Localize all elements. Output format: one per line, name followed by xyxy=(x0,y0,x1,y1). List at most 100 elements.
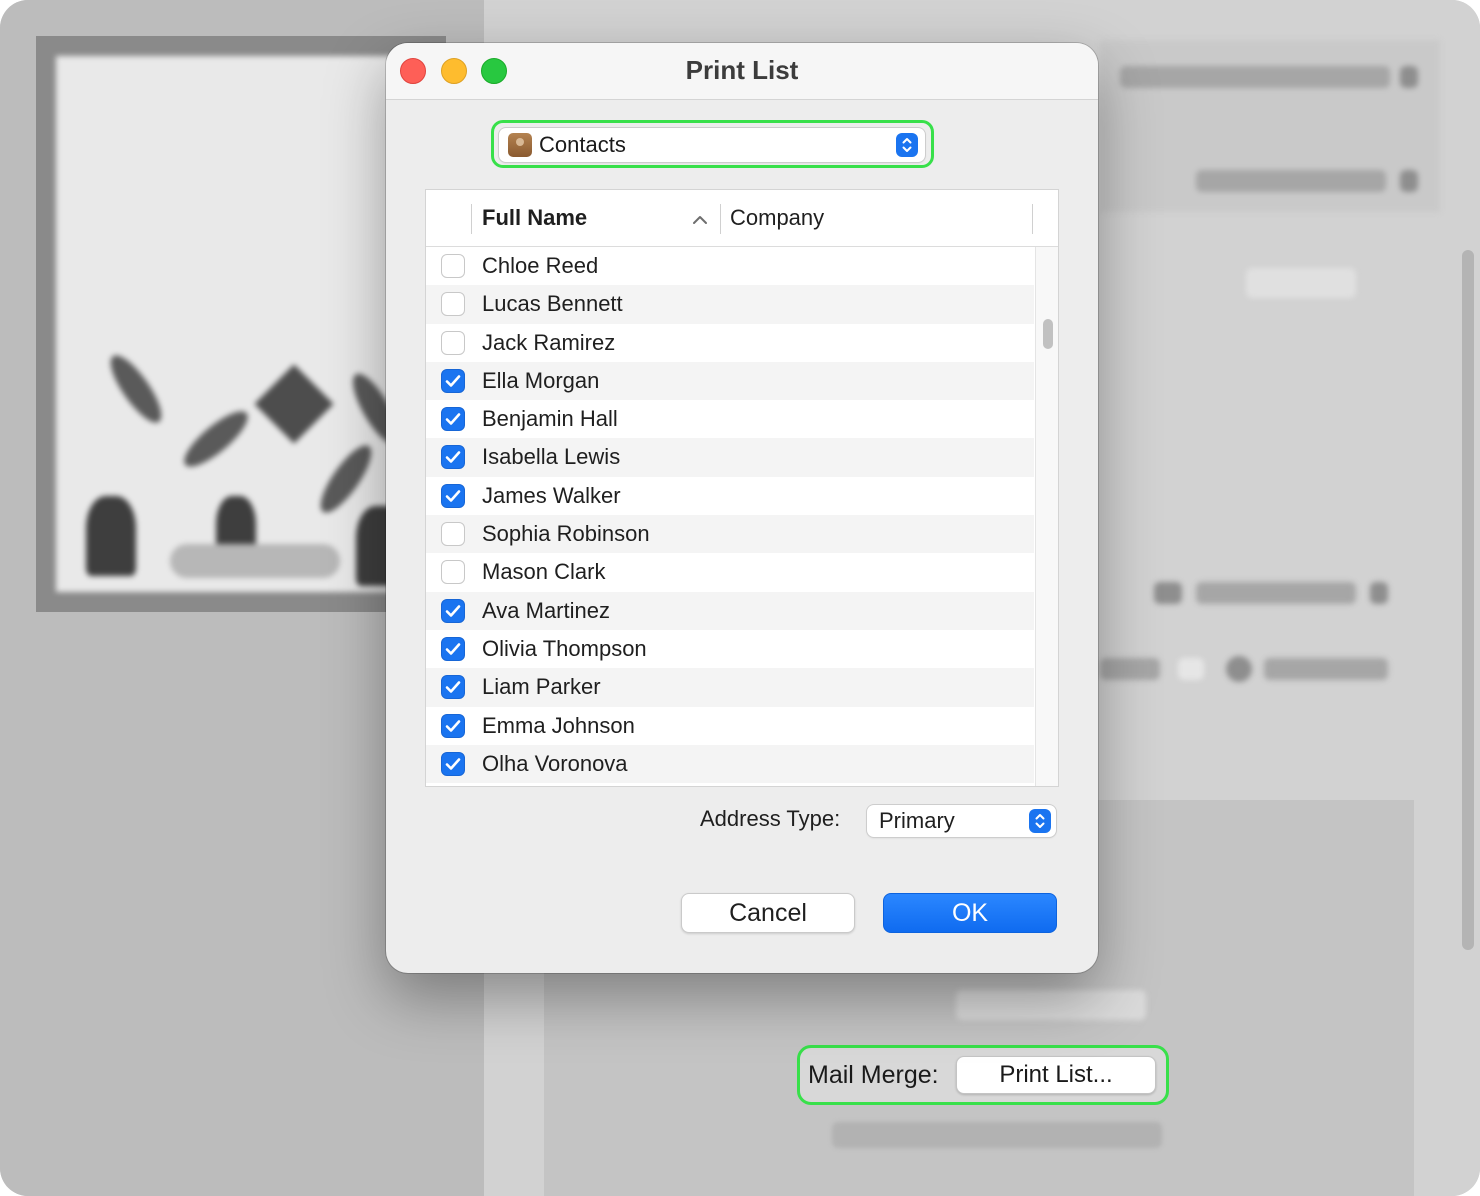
checkbox-checked[interactable] xyxy=(441,407,465,432)
background-bar xyxy=(1196,170,1386,192)
background-bar xyxy=(1264,658,1388,680)
mail-merge-row: Mail Merge: Print List... xyxy=(797,1045,1169,1105)
minimize-window-button[interactable] xyxy=(441,58,467,84)
background-poster xyxy=(56,56,426,592)
checkbox-checked[interactable] xyxy=(441,636,465,661)
background-bar xyxy=(1400,66,1418,88)
table-row[interactable]: Sophia Robinson xyxy=(426,515,1034,554)
cancel-button[interactable]: Cancel xyxy=(681,893,855,933)
checkbox-unchecked[interactable] xyxy=(441,522,465,547)
table-row[interactable]: Emma Johnson xyxy=(426,707,1034,745)
column-separator xyxy=(471,204,472,234)
table-row[interactable]: Ella Morgan xyxy=(426,361,1034,401)
checkbox-checked[interactable] xyxy=(441,751,465,776)
checkmark-icon xyxy=(445,489,461,502)
print-list-button[interactable]: Print List... xyxy=(956,1056,1156,1094)
table-row[interactable]: Mason Clark xyxy=(426,553,1034,591)
table-row[interactable]: Olha Voronova xyxy=(426,744,1034,784)
table-row[interactable]: Ava Martinez xyxy=(426,591,1034,630)
poster-diamond-shape xyxy=(254,364,334,444)
contact-full-name: Jack Ramirez xyxy=(482,329,616,355)
close-window-button[interactable] xyxy=(400,58,426,84)
poster-leaf-shape xyxy=(177,403,255,475)
contact-full-name: Olha Voronova xyxy=(482,750,628,776)
checkbox-checked[interactable] xyxy=(441,713,465,738)
checkbox-checked[interactable] xyxy=(441,445,465,470)
contacts-selected-note xyxy=(832,1122,1162,1148)
contact-full-name: Liam Parker xyxy=(482,674,601,700)
popup-stepper-icon xyxy=(1029,809,1051,833)
contact-full-name: Olivia Thompson xyxy=(482,635,647,661)
background-scrollbar xyxy=(1462,250,1474,950)
poster-page-pill xyxy=(170,544,340,578)
table-row[interactable]: Chloe Reed xyxy=(426,247,1034,285)
background-bar xyxy=(1246,268,1356,298)
sort-ascending-icon xyxy=(692,212,708,230)
background-bar xyxy=(1400,170,1418,192)
checkbox-unchecked[interactable] xyxy=(441,330,465,355)
table-row[interactable]: Olivia Thompson xyxy=(426,630,1034,668)
background-printer-settings xyxy=(1100,40,1440,212)
table-rows: Chloe Reed Lucas Bennett Jack Ramirez Ella … xyxy=(426,247,1034,784)
contact-full-name: Lucas Bennett xyxy=(482,291,623,317)
checkmark-icon xyxy=(445,413,461,425)
checkbox-checked[interactable] xyxy=(441,368,465,393)
checkmark-icon xyxy=(445,604,461,617)
table-row[interactable]: Lucas Bennett xyxy=(426,285,1034,324)
background-bar xyxy=(1370,582,1388,604)
table-scrollbar-thumb[interactable] xyxy=(1043,319,1053,349)
background-bar xyxy=(956,990,1146,1020)
table-row[interactable]: Benjamin Hall xyxy=(426,400,1034,438)
column-separator xyxy=(1032,204,1033,234)
contacts-table: Full Name Company Chloe Reed Lucas Bennet… xyxy=(426,190,1058,786)
checkbox-unchecked[interactable] xyxy=(441,560,465,585)
contact-full-name: Benjamin Hall xyxy=(482,406,618,432)
checkbox-checked[interactable] xyxy=(441,483,465,508)
column-header-company[interactable]: Company xyxy=(730,190,824,246)
background-page-preview xyxy=(36,36,446,612)
mail-merge-label: Mail Merge: xyxy=(808,1060,939,1089)
ok-button[interactable]: OK xyxy=(883,893,1057,933)
checkbox-checked[interactable] xyxy=(441,675,465,700)
source-popup[interactable]: Contacts xyxy=(499,128,925,162)
contact-full-name: Sophia Robinson xyxy=(482,521,650,547)
background-bar xyxy=(1120,66,1390,88)
checkbox-checked[interactable] xyxy=(441,598,465,623)
source-label: Contacts xyxy=(539,132,626,157)
background-bar xyxy=(1178,658,1204,680)
contact-full-name: Emma Johnson xyxy=(482,712,635,738)
address-type-label: Address Type: xyxy=(700,806,841,831)
checkmark-icon xyxy=(445,643,461,655)
titlebar: Print List xyxy=(386,43,1098,100)
poster-figure-shape xyxy=(86,496,136,576)
checkmark-icon xyxy=(445,758,461,770)
table-scrollbar[interactable] xyxy=(1035,247,1058,786)
address-type-value: Primary xyxy=(879,808,955,833)
address-type-popup[interactable]: Primary xyxy=(867,805,1056,837)
checkbox-unchecked[interactable] xyxy=(441,292,465,317)
contact-full-name: Isabella Lewis xyxy=(482,444,621,470)
table-header: Full Name Company xyxy=(426,190,1058,247)
contacts-icon xyxy=(508,133,532,157)
print-list-dialog: Print List Contacts Full Name Company Ch… xyxy=(386,43,1098,973)
zoom-window-button[interactable] xyxy=(481,58,507,84)
background-bar xyxy=(1196,582,1356,604)
checkmark-icon xyxy=(445,681,461,694)
column-separator xyxy=(720,204,721,234)
background-bar xyxy=(1100,658,1160,680)
checkbox-unchecked[interactable] xyxy=(441,254,465,278)
checkmark-icon xyxy=(445,375,461,387)
contact-full-name: Ava Martinez xyxy=(482,597,610,623)
popup-stepper-icon xyxy=(896,133,918,157)
table-row[interactable]: Isabella Lewis xyxy=(426,438,1034,477)
contact-full-name: Mason Clark xyxy=(482,559,606,585)
table-row[interactable]: James Walker xyxy=(426,477,1034,515)
contact-full-name: Ella Morgan xyxy=(482,367,600,393)
checkmark-icon xyxy=(445,719,461,732)
column-header-full-name[interactable]: Full Name xyxy=(482,190,587,246)
poster-leaf-shape xyxy=(102,348,170,430)
table-row[interactable]: Jack Ramirez xyxy=(426,324,1034,362)
table-row[interactable]: Liam Parker xyxy=(426,668,1034,707)
checkmark-icon xyxy=(445,451,461,464)
contact-full-name: James Walker xyxy=(482,482,621,508)
